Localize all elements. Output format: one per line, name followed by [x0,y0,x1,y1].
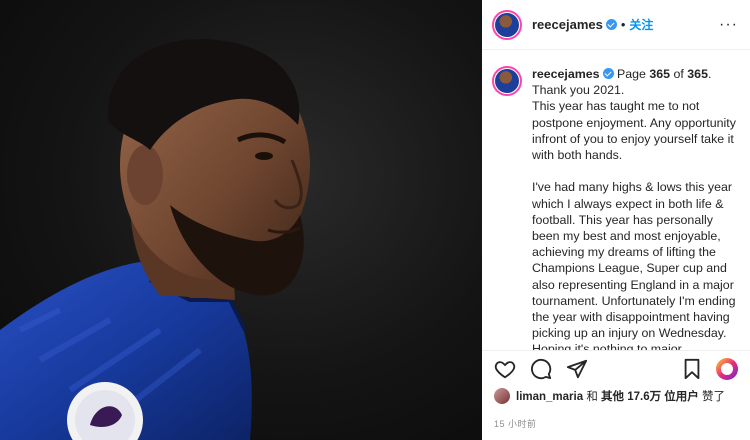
liker-avatar[interactable] [494,388,510,404]
likes-row: liman_maria 和 其他 17.6万 位用户 赞了 [494,388,742,404]
likes-and: 和 [583,391,602,403]
caption-username[interactable]: reecejames [532,67,600,81]
caption-lead-pre: Page [616,67,650,81]
caption-body: This year has taught me to not postpone … [532,99,736,350]
comment-bubble-icon[interactable] [530,358,552,380]
post-header: reecejames • 关注 ··· [482,0,750,50]
gift-sticker-icon[interactable] [716,357,738,380]
caption-area: reecejames Page 365 of 365. Thank you 20… [482,50,750,350]
bookmark-icon[interactable] [682,358,702,380]
post-timestamp: 15 小时前 [494,419,537,429]
instagram-post: reecejames • 关注 ··· reecejames Page 365 … [0,0,750,440]
player-portrait-image [0,39,310,440]
caption-author-avatar[interactable] [492,66,522,96]
post-side-panel: reecejames • 关注 ··· reecejames Page 365 … [482,0,750,440]
post-photo[interactable] [0,0,482,440]
like-heart-icon[interactable] [494,358,516,380]
share-send-icon[interactable] [566,358,588,380]
likes-others-count[interactable]: 其他 17.6万 位用户 [601,391,699,403]
caption-of: of [670,67,688,81]
likes-suffix: 赞了 [698,391,725,403]
author-username[interactable]: reecejames [532,17,603,32]
caption-num-current: 365 [649,67,671,81]
follow-button[interactable]: 关注 [629,16,653,33]
separator-dot: • [620,17,626,32]
caption-verified-icon [602,68,614,79]
more-options-icon[interactable]: ··· [719,16,738,34]
action-bar [482,350,750,386]
verified-badge-icon [605,19,617,30]
author-avatar[interactable] [492,9,522,40]
liker-username[interactable]: liman_maria [516,391,583,403]
caption-text: reecejames Page 365 of 365. Thank you 20… [532,66,738,350]
caption-num-total: 365 [687,67,708,81]
